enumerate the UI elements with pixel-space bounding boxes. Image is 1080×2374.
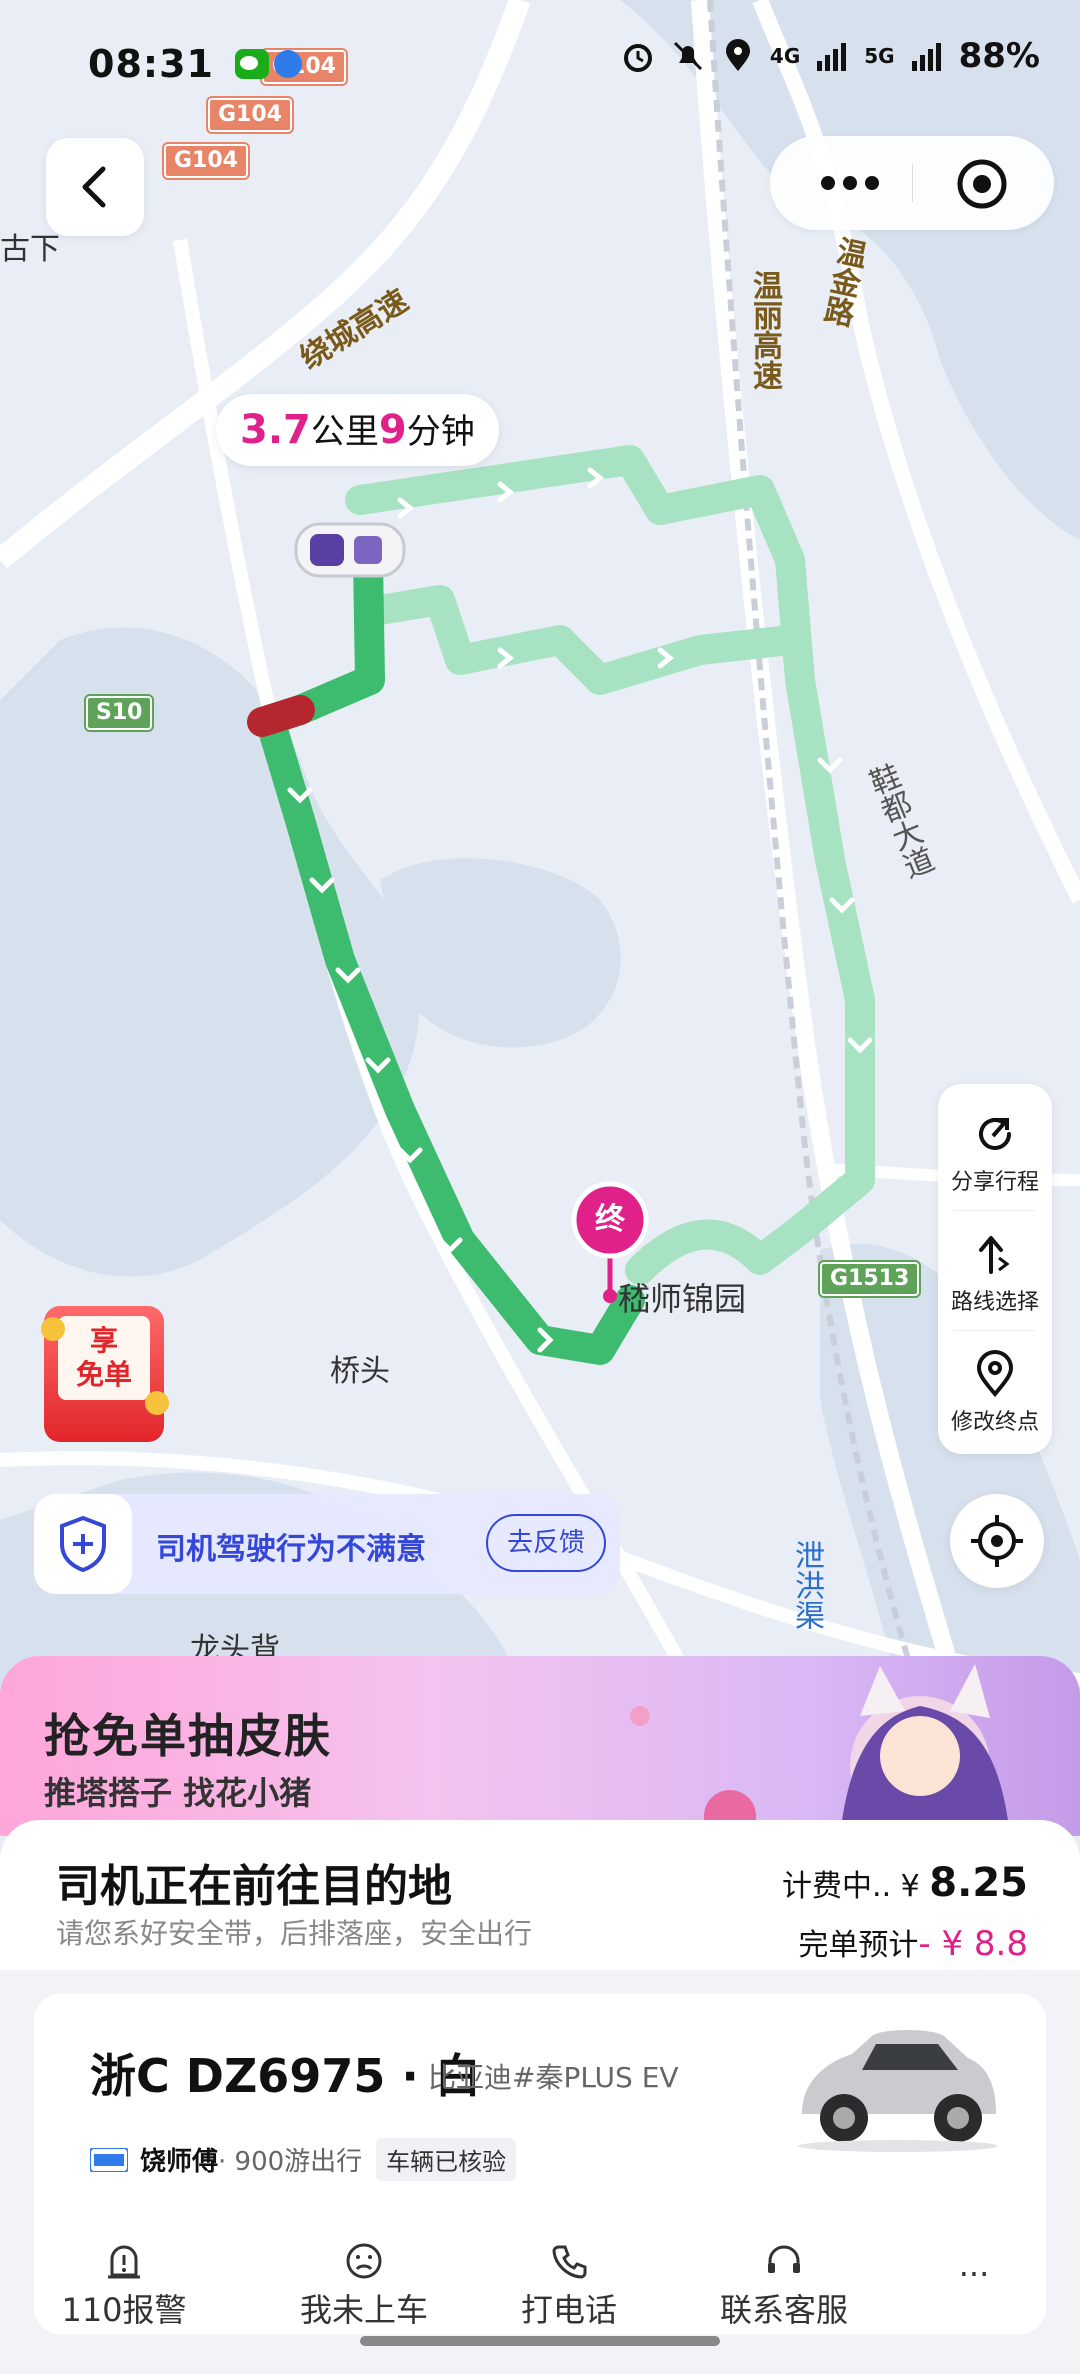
estimate-label: 完单预计: [798, 1928, 919, 1963]
trip-bottom-sheet: 司机正在前往目的地 请您系好安全带，后排落座，安全出行 计费中.. ¥ 8.25…: [0, 1820, 1080, 2374]
modify-destination-button[interactable]: 修改终点: [938, 1338, 1052, 1448]
time-value: 9: [378, 407, 407, 453]
coin-icon-2: [145, 1391, 169, 1415]
fare-currency: ¥: [900, 1869, 920, 1904]
promo-subtitle: 推塔搭子 找花小猪: [44, 1774, 312, 1812]
license-plate: 浙C DZ6975 · 白: [90, 2049, 481, 2103]
route-select-label: 路线选择: [950, 1290, 1039, 1315]
signal-icon: [814, 38, 850, 74]
trip-status-title: 司机正在前往目的地: [56, 1861, 452, 1912]
distance-value: 3.7: [240, 407, 311, 453]
road-badge-s10: S10: [83, 694, 155, 732]
modify-destination-label: 修改终点: [950, 1410, 1039, 1435]
free-ride-envelope[interactable]: 享 免单: [41, 1306, 169, 1442]
status-bar: 08:31 4G 5G 88%: [88, 36, 1040, 92]
map-label-place-1: 古下: [0, 232, 60, 267]
crosshair-icon: [971, 1515, 1023, 1567]
close-target-button[interactable]: [956, 158, 1008, 214]
share-trip-button[interactable]: 分享行程: [938, 1098, 1052, 1208]
driver-name: 饶师傅: [140, 2147, 219, 2177]
mute-icon: [670, 38, 706, 74]
headset-icon: [768, 2245, 800, 2273]
time-unit: 分钟: [406, 412, 475, 452]
driver-feedback-bar: 司机驾驶行为不满意 去反馈: [34, 1494, 620, 1594]
envelope-line-1: 享: [89, 1324, 118, 1357]
chevron-left-icon: [82, 166, 106, 208]
feedback-text: 司机驾驶行为不满意: [156, 1532, 426, 1567]
battery-level: 88%: [958, 36, 1040, 76]
driver-info: 饶师傅 · 900游出行 车辆已核验: [90, 2138, 517, 2181]
map-label-canal: 泄洪渠: [789, 1540, 824, 1630]
map-label-road-2: 温丽高速: [747, 270, 782, 390]
share-icon: [979, 1118, 1011, 1150]
game-character-illustration: [630, 1664, 1010, 1836]
operator-name: · 900游出行: [218, 2147, 363, 2177]
back-button[interactable]: [46, 138, 144, 236]
service-label: 联系客服: [719, 2291, 848, 2329]
distance-unit: 公里: [310, 412, 379, 452]
vehicle-card: 浙C DZ6975 · 白 比亚迪#秦PLUS EV 饶师傅 · 900游出行 …: [34, 1994, 1046, 2334]
trip-status-card: 司机正在前往目的地 请您系好安全带，后排落座，安全出行 计费中.. ¥ 8.25…: [0, 1820, 1080, 1970]
more-label: ···: [958, 2255, 990, 2293]
car-image: [798, 2030, 998, 2152]
fare-label: 计费中..: [782, 1869, 892, 1904]
map-label-place-2: 桥头: [330, 1354, 390, 1389]
trip-safety-tip: 请您系好安全带，后排落座，安全出行: [56, 1917, 533, 1950]
alert-icon: [108, 2245, 140, 2279]
fare-amount: 8.25: [929, 1860, 1028, 1906]
end-marker-label: 终: [595, 1202, 625, 1237]
phone-icon: [552, 2245, 587, 2279]
alarm-icon: [620, 38, 656, 74]
call-label: 打电话: [520, 2291, 617, 2329]
promo-banner[interactable]: 抢免单抽皮肤 推塔搭子 找花小猪: [0, 1656, 1080, 1836]
envelope-line-2: 免单: [75, 1358, 132, 1391]
not-boarded-button[interactable]: 我未上车: [284, 2238, 444, 2334]
app-icon: [270, 46, 306, 82]
map-view[interactable]: G104 G104 G104 S10 G1513 古下 绕城高速 温丽高速 温金…: [0, 0, 1080, 1700]
feedback-button[interactable]: 去反馈: [486, 1514, 606, 1572]
locate-me-button[interactable]: [950, 1494, 1044, 1588]
map-tools-panel: 分享行程 路线选择 修改终点: [938, 1084, 1052, 1454]
route-distance-bubble: 3.7 公里 9 分钟: [216, 394, 499, 466]
network-4g: 4G: [769, 44, 801, 68]
more-button[interactable]: [810, 166, 890, 200]
home-indicator[interactable]: [360, 2336, 720, 2346]
coin-icon: [41, 1317, 65, 1341]
alarm-label: 110报警: [61, 2291, 187, 2329]
target-icon: [957, 159, 1007, 209]
status-icons: 4G 5G 88%: [620, 36, 1040, 76]
emergency-alarm-button[interactable]: 110报警: [54, 2238, 194, 2334]
map-label-destination: 嵇师锦园: [618, 1280, 747, 1318]
signal-icon-2: [909, 38, 945, 74]
operator-logo-icon: [90, 2147, 128, 2172]
call-driver-button[interactable]: 打电话: [504, 2238, 634, 2334]
road-badge-g104-1: G104: [206, 96, 294, 134]
fare-info[interactable]: 计费中.. ¥ 8.25 完单预计- ¥ 8.8: [782, 1860, 1028, 1964]
location-icon: [720, 38, 756, 74]
car-model: 比亚迪#秦PLUS EV: [428, 2061, 679, 2094]
trip-actions: 110报警 我未上车 打电话 联系客服 ···: [34, 2238, 1046, 2334]
estimate-amount: - ¥ 8.8: [918, 1924, 1028, 1964]
mini-program-capsule: [770, 136, 1054, 230]
shield-icon: [60, 1515, 106, 1573]
location-pin-icon: [976, 1350, 1014, 1398]
wechat-icon: [234, 46, 270, 82]
promo-title: 抢免单抽皮肤: [44, 1709, 332, 1763]
route-arrow-icon: [979, 1236, 1010, 1274]
customer-service-button[interactable]: 联系客服: [704, 2238, 864, 2334]
share-trip-label: 分享行程: [950, 1170, 1039, 1195]
not-boarded-label: 我未上车: [299, 2291, 428, 2329]
network-5g: 5G: [864, 44, 895, 68]
more-actions-button[interactable]: ···: [934, 2226, 1014, 2322]
sad-face-icon: [346, 2243, 382, 2279]
vehicle-verified-badge: 车辆已核验: [376, 2138, 517, 2181]
status-time: 08:31: [88, 42, 214, 86]
road-badge-g104-2: G104: [162, 142, 250, 180]
shield-badge: [34, 1494, 132, 1594]
road-badge-g1513: G1513: [817, 1260, 922, 1298]
route-select-button[interactable]: 路线选择: [938, 1218, 1052, 1328]
